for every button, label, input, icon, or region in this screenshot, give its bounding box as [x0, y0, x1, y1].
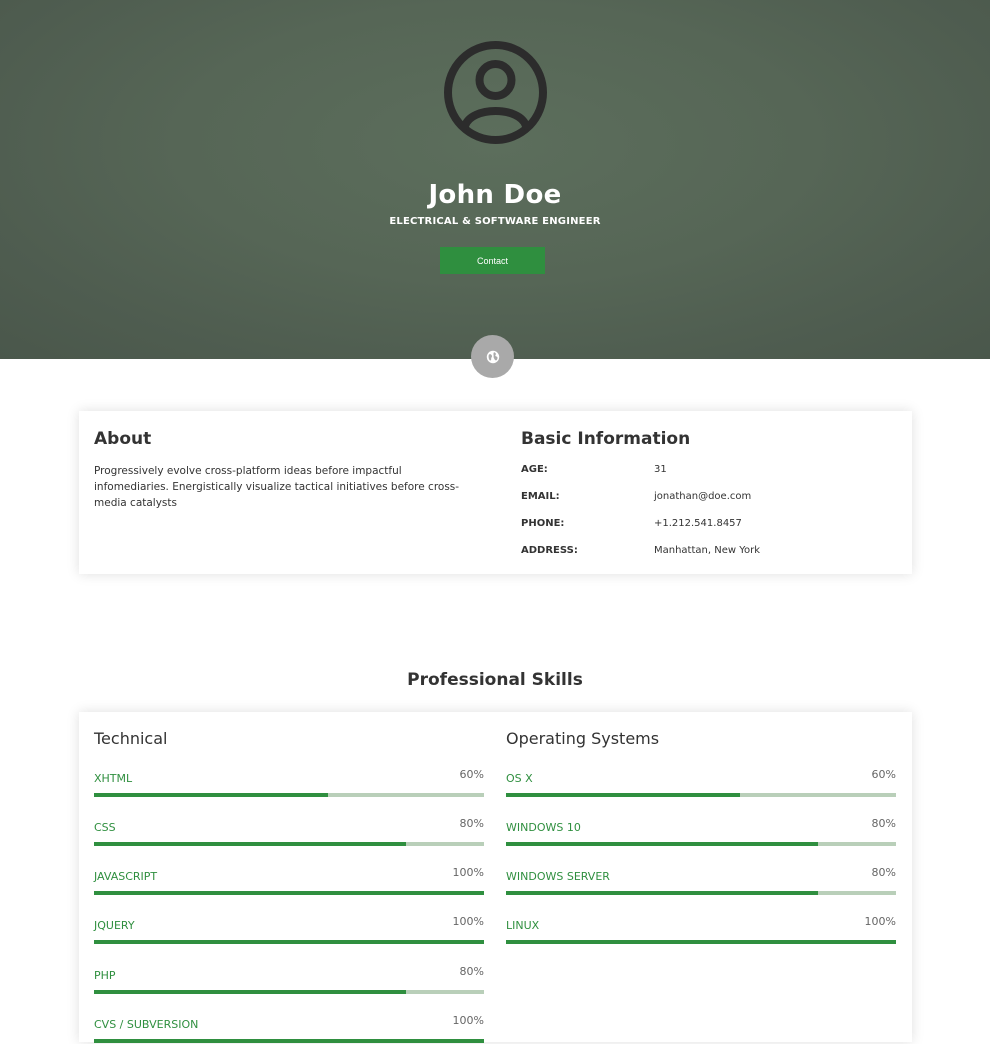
skill-percent: 80% — [459, 817, 484, 830]
info-card: About Progressively evolve cross-platfor… — [79, 411, 912, 574]
about-heading: About — [94, 429, 152, 449]
skill-name: OS X — [506, 772, 533, 785]
skill-bar — [94, 793, 484, 797]
skills-card: Technical Operating Systems XHTML 60% CS… — [79, 712, 912, 1044]
skill-bar-fill — [94, 891, 484, 895]
skill-windows-10: WINDOWS 10 80% — [506, 811, 896, 847]
info-row-email: EMAIL: jonathan@doe.com — [521, 491, 901, 507]
skill-percent: 80% — [459, 965, 484, 978]
skill-percent: 100% — [864, 915, 896, 928]
skill-linux: LINUX 100% — [506, 909, 896, 945]
skill-name: WINDOWS 10 — [506, 821, 581, 834]
skill-bar-fill — [94, 1039, 484, 1043]
skill-name: CVS / SUBVERSION — [94, 1018, 199, 1031]
technical-title: Technical — [94, 729, 168, 748]
skill-name: PHP — [94, 969, 116, 982]
info-label: PHONE: — [521, 518, 565, 529]
skill-name: XHTML — [94, 772, 133, 785]
skill-percent: 80% — [871, 866, 896, 879]
skill-bar — [94, 990, 484, 994]
skill-bar — [94, 842, 484, 846]
skill-bar-fill — [94, 940, 484, 944]
skill-php: PHP 80% — [94, 959, 484, 995]
skill-bar-fill — [506, 891, 818, 895]
skill-javascript: JAVASCRIPT 100% — [94, 860, 484, 896]
skill-bar — [506, 842, 896, 846]
skill-percent: 100% — [452, 866, 484, 879]
about-text: Progressively evolve cross-platform idea… — [94, 465, 460, 509]
contact-button[interactable]: Contact — [440, 247, 545, 274]
info-value: 31 — [654, 464, 667, 475]
skill-xhtml: XHTML 60% — [94, 762, 484, 798]
skill-percent: 60% — [459, 768, 484, 781]
skill-windows-server: WINDOWS SERVER 80% — [506, 860, 896, 896]
basic-info-heading: Basic Information — [521, 429, 691, 449]
skill-cvs-subversion: CVS / SUBVERSION 100% — [94, 1008, 484, 1044]
skill-bar — [94, 891, 484, 895]
skill-jquery: JQUERY 100% — [94, 909, 484, 945]
skill-css: CSS 80% — [94, 811, 484, 847]
info-row-age: AGE: 31 — [521, 464, 901, 480]
skill-name: JAVASCRIPT — [94, 870, 158, 883]
info-label: ADDRESS: — [521, 545, 578, 556]
skill-os-x: OS X 60% — [506, 762, 896, 798]
skill-bar — [506, 940, 896, 944]
skill-bar — [506, 891, 896, 895]
skill-bar-fill — [506, 842, 818, 846]
skill-bar-fill — [506, 793, 740, 797]
skill-percent: 60% — [871, 768, 896, 781]
skill-name: WINDOWS SERVER — [506, 870, 610, 883]
profile-name: John Doe — [428, 180, 562, 210]
info-row-address: ADDRESS: Manhattan, New York — [521, 545, 901, 561]
skill-bar-fill — [94, 990, 406, 994]
skill-bar — [506, 793, 896, 797]
skill-percent: 100% — [452, 915, 484, 928]
skill-percent: 100% — [452, 1014, 484, 1027]
user-circle-icon — [444, 41, 547, 144]
skill-name: JQUERY — [94, 919, 135, 932]
skill-name: CSS — [94, 821, 116, 834]
skill-bar-fill — [94, 793, 328, 797]
skill-bar-fill — [506, 940, 896, 944]
skills-heading: Professional Skills — [407, 670, 583, 690]
profile-title: ELECTRICAL & SOFTWARE ENGINEER — [389, 216, 601, 227]
info-label: EMAIL: — [521, 491, 560, 502]
skill-name: LINUX — [506, 919, 540, 932]
skill-bar-fill — [94, 842, 406, 846]
info-value: Manhattan, New York — [654, 545, 761, 556]
skill-bar — [94, 940, 484, 944]
info-value: +1.212.541.8457 — [654, 518, 742, 529]
info-value: jonathan@doe.com — [654, 491, 752, 502]
skill-percent: 80% — [871, 817, 896, 830]
info-label: AGE: — [521, 464, 548, 475]
skill-bar — [94, 1039, 484, 1043]
info-row-phone: PHONE: +1.212.541.8457 — [521, 518, 901, 534]
globe-button[interactable] — [471, 335, 514, 378]
profile-header: John Doe ELECTRICAL & SOFTWARE ENGINEER … — [0, 0, 990, 378]
globe-icon — [486, 350, 499, 363]
os-title: Operating Systems — [506, 729, 660, 748]
